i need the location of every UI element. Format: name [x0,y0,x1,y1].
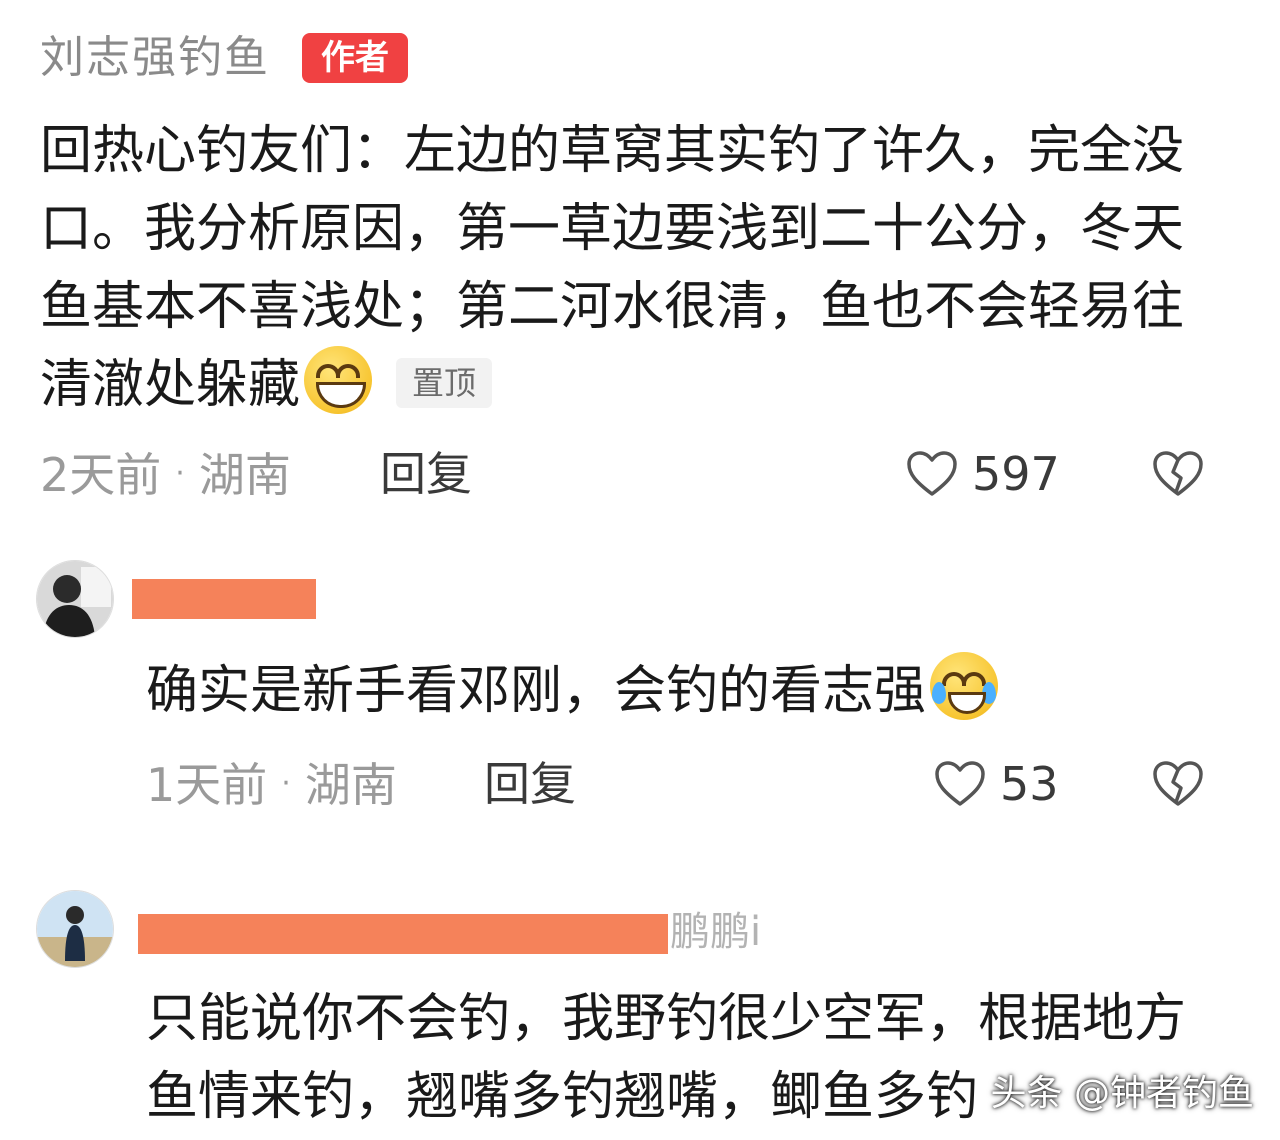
reply-button[interactable]: 回复 [380,444,472,504]
like-count: 597 [972,447,1060,501]
watermark: 头条 @钟者钓鱼 [990,1073,1254,1114]
reply-1-like-heart-icon[interactable] [934,760,986,808]
comment-location: 湖南 [198,448,291,502]
main-comment-meta: 2天前 · 湖南 [40,444,291,505]
reply-1-meta: 1天前 · 湖南 [146,754,397,815]
like-heart-icon[interactable] [906,450,958,498]
main-comment-text: 回热心钓友们：左边的草窝其实钓了许久，完全没口。我分析原因，第一草边要浅到二十公… [40,112,1200,424]
reply-1-text: 确实是新手看邓刚，会钓的看志强 [146,652,1002,730]
reply-1-reply-button[interactable]: 回复 [484,754,576,814]
reply-1-dislike-broken-heart-icon[interactable] [1152,760,1204,808]
author-badge: 作者 [302,33,408,83]
pinned-badge: 置顶 [396,358,493,408]
reply-2-username-redacted [138,914,668,954]
reply-1-avatar[interactable] [36,560,114,638]
reply-2-username-visible: 鹏鹏i [670,909,762,955]
grinning-face-icon [304,346,373,414]
reply-1-username-redacted [132,579,316,619]
tears-of-joy-icon [930,652,999,720]
reply-1-time: 1天前 [146,758,268,812]
reply-1-like-count: 53 [1000,757,1059,811]
author-name[interactable]: 刘志强钓鱼 [40,28,270,88]
meta-separator: · [281,766,291,801]
main-comment-body: 回热心钓友们：左边的草窝其实钓了许久，完全没口。我分析原因，第一草边要浅到二十公… [40,121,1185,415]
reply-2-avatar[interactable] [36,890,114,968]
reply-1-location: 湖南 [304,758,397,812]
reply-1-body: 确实是新手看邓刚，会钓的看志强 [146,661,927,721]
meta-separator: · [175,456,185,491]
comment-time: 2天前 [40,448,162,502]
dislike-broken-heart-icon[interactable] [1152,450,1204,498]
